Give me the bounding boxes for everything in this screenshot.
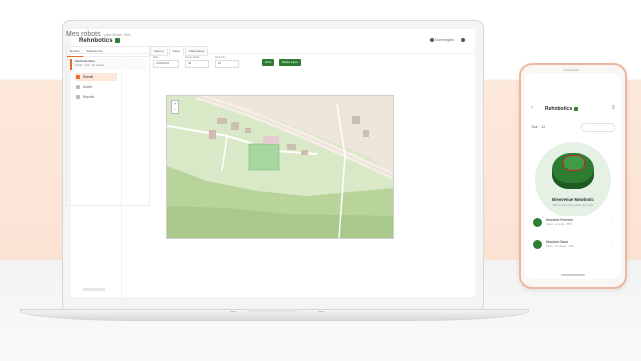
- robot-logo-icon: [114, 38, 120, 43]
- building: [217, 118, 227, 124]
- page-title-text: Mes robots: [66, 31, 101, 38]
- building-block: [263, 136, 279, 144]
- robot-card-title: Mowbotic Premium: [546, 218, 574, 222]
- building: [209, 130, 216, 139]
- back-icon[interactable]: ‹: [531, 105, 533, 111]
- brand-logo[interactable]: Rehnbotics: [79, 38, 120, 44]
- map-zoom-control[interactable]: + −: [171, 100, 179, 114]
- robot-card-subtitle: Statut : en tonte · 85%: [546, 223, 572, 226]
- robot-card-subtitle: Statut : en charge · 40%: [546, 245, 574, 248]
- filter-label[interactable]: Tout: [531, 125, 537, 129]
- phone-speaker: [563, 69, 579, 71]
- robot-list-panel: Robots Sélectionner Mowbotic Beta SN-01 …: [66, 46, 150, 206]
- zone-button[interactable]: Zone: [262, 59, 275, 66]
- hinge-mark: [318, 311, 324, 312]
- date-field[interactable]: Date 01/06/2024: [153, 56, 179, 68]
- building: [287, 144, 296, 150]
- hinge-mark: [230, 311, 236, 312]
- building: [245, 128, 251, 133]
- building: [301, 150, 308, 155]
- update-button[interactable]: Mettre à jour: [279, 59, 301, 66]
- map-view[interactable]: + −: [166, 95, 394, 239]
- zoom-out-button[interactable]: −: [172, 107, 178, 113]
- robot-thumbnail: [533, 240, 542, 249]
- start-hour-input[interactable]: 08: [185, 60, 209, 68]
- tab-overview[interactable]: Aperçu: [150, 46, 168, 56]
- tab-settings[interactable]: Paramètres: [184, 46, 209, 56]
- sidebar-footer: [83, 288, 105, 291]
- hero-subtitle: Découvrez vos robots de tonte: [552, 203, 594, 207]
- end-hour-input[interactable]: 18: [215, 60, 239, 68]
- menu-icon[interactable]: ≡: [611, 105, 615, 111]
- building: [363, 130, 369, 137]
- user-icon: [430, 37, 435, 42]
- brand-name: Rehnbotics: [79, 38, 113, 45]
- page-title: Mes robots Lane Ahead Tech: [66, 31, 131, 38]
- map-canvas: [167, 96, 393, 238]
- robot-card[interactable]: Mowbotic Premium Statut : en tonte · 85%…: [531, 216, 615, 230]
- start-hour-field[interactable]: Heure début 08: [185, 56, 209, 68]
- minor-road: [221, 135, 228, 172]
- mobile-brand: Rehnbotics: [545, 106, 579, 112]
- search-input[interactable]: [581, 123, 615, 132]
- sports-pitch: [248, 143, 280, 171]
- building: [352, 116, 360, 124]
- settings-icon[interactable]: [461, 37, 465, 42]
- page-subtitle: Lane Ahead Tech: [103, 33, 131, 37]
- list-item-subtitle: SN-01 · Actif · En service: [75, 64, 104, 67]
- chevron-right-icon: ›: [610, 220, 612, 225]
- date-input[interactable]: 01/06/2024: [153, 60, 179, 68]
- mobile-app: ‹ Rehnbotics ≡ Tout 12 Bienvenue Mowboti…: [525, 73, 621, 279]
- filter-count: 12: [541, 125, 546, 129]
- building: [231, 122, 239, 130]
- hero-title: Bienvenue Mowbotic: [552, 197, 594, 202]
- robot-card-title: Mowbotic Basic: [546, 240, 569, 244]
- robot-card[interactable]: Mowbotic Basic Statut : en charge · 40% …: [531, 238, 615, 252]
- list-item[interactable]: Mowbotic Beta SN-01 · Actif · En service: [70, 59, 146, 70]
- home-indicator: [561, 274, 585, 276]
- tab-select[interactable]: Sélectionner: [83, 47, 106, 56]
- mobile-brand-name: Rehnbotics: [545, 106, 573, 112]
- schedule-toolbar: Date 01/06/2024 Heure début 08 Heure fin…: [150, 56, 392, 70]
- end-hour-field[interactable]: Heure fin 18: [215, 56, 239, 68]
- detail-tabs: Aperçu Carte Paramètres: [150, 46, 392, 56]
- filter-row: Tout 12: [531, 123, 615, 132]
- tab-robots[interactable]: Robots: [67, 47, 83, 57]
- chevron-right-icon: ›: [610, 242, 612, 247]
- user-menu[interactable]: Dumregan: [424, 37, 465, 42]
- list-tabs: Robots Sélectionner: [67, 47, 149, 57]
- laptop-notch: [248, 309, 298, 312]
- phone: ‹ Rehnbotics ≡ Tout 12 Bienvenue Mowboti…: [519, 63, 627, 289]
- robot-logo-icon: [574, 106, 579, 111]
- robot-thumbnail: [533, 218, 542, 227]
- user-name: Dumregan: [435, 37, 454, 42]
- tab-map[interactable]: Carte: [168, 46, 184, 56]
- robot-mower-top: [563, 155, 585, 171]
